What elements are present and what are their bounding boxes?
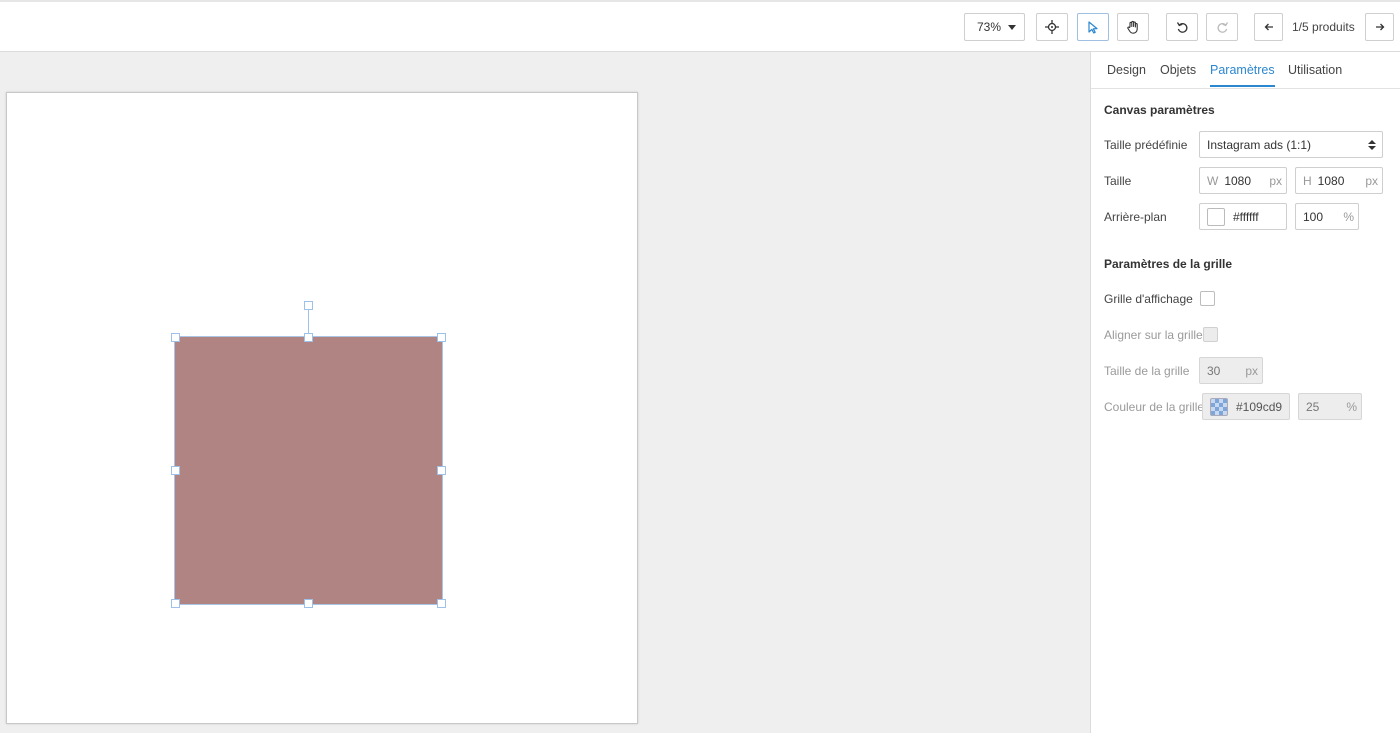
chevron-down-icon xyxy=(1008,24,1016,30)
grid-size-value: 30 xyxy=(1207,363,1221,378)
resize-handle-right[interactable] xyxy=(437,466,446,475)
rotation-handle[interactable] xyxy=(304,301,313,310)
arrow-left-icon xyxy=(1264,23,1273,31)
selected-rectangle-shape[interactable] xyxy=(174,336,443,605)
artboard[interactable] xyxy=(6,92,638,724)
resize-handle-top-right[interactable] xyxy=(437,333,446,342)
crosshair-icon xyxy=(1045,20,1059,34)
size-label: Taille xyxy=(1104,174,1132,188)
snap-to-grid-label: Aligner sur la grille xyxy=(1104,328,1203,342)
pan-tool-button[interactable] xyxy=(1117,13,1149,41)
select-arrows-icon xyxy=(1368,140,1376,150)
previous-page-button[interactable] xyxy=(1254,13,1283,41)
height-input[interactable]: H 1080 px xyxy=(1295,167,1383,194)
undo-icon xyxy=(1176,21,1187,33)
resize-handle-top[interactable] xyxy=(304,333,313,342)
preset-size-label: Taille prédéfinie xyxy=(1104,138,1188,152)
background-opacity-unit: % xyxy=(1343,209,1354,224)
height-prefix: H xyxy=(1303,173,1312,188)
grid-color-input[interactable]: #109cd9 xyxy=(1202,393,1290,420)
width-prefix: W xyxy=(1207,173,1219,188)
resize-handle-left[interactable] xyxy=(171,466,180,475)
resize-handle-top-left[interactable] xyxy=(171,333,180,342)
redo-button[interactable] xyxy=(1206,13,1238,41)
width-value: 1080 xyxy=(1224,173,1252,188)
center-button[interactable] xyxy=(1036,13,1068,41)
grid-size-input[interactable]: 30 px xyxy=(1199,357,1263,384)
top-toolbar: 73% 1/5 produits xyxy=(0,0,1400,52)
resize-handle-bottom-right[interactable] xyxy=(437,599,446,608)
background-color-value: #ffffff xyxy=(1233,209,1259,224)
select-tool-button[interactable] xyxy=(1077,13,1109,41)
grid-color-label: Couleur de la grille xyxy=(1104,400,1205,414)
width-input[interactable]: W 1080 px xyxy=(1199,167,1287,194)
canvas-settings-title: Canvas paramètres xyxy=(1104,103,1215,117)
page-indicator: 1/5 produits xyxy=(1292,20,1355,34)
redo-icon xyxy=(1217,21,1228,33)
undo-button[interactable] xyxy=(1166,13,1198,41)
grid-opacity-input[interactable]: 25 % xyxy=(1298,393,1362,420)
show-grid-label: Grille d'affichage xyxy=(1104,292,1193,306)
preset-size-value: Instagram ads (1:1) xyxy=(1207,137,1312,152)
background-label: Arrière-plan xyxy=(1104,210,1167,224)
tab-parametres[interactable]: Paramètres xyxy=(1210,63,1275,87)
height-value: 1080 xyxy=(1317,173,1345,188)
grid-size-unit: px xyxy=(1245,363,1258,378)
height-unit: px xyxy=(1365,173,1378,188)
tab-objets[interactable]: Objets xyxy=(1160,63,1196,85)
grid-opacity-unit: % xyxy=(1346,399,1357,414)
panel-tabs: Design Objets Paramètres Utilisation xyxy=(1091,52,1400,89)
grid-size-label: Taille de la grille xyxy=(1104,364,1190,378)
zoom-dropdown[interactable]: 73% xyxy=(964,13,1025,41)
properties-panel: Design Objets Paramètres Utilisation Can… xyxy=(1090,52,1400,733)
cursor-arrow-icon xyxy=(1088,20,1098,34)
resize-handle-bottom[interactable] xyxy=(304,599,313,608)
next-page-button[interactable] xyxy=(1365,13,1394,41)
grid-settings-title: Paramètres de la grille xyxy=(1104,257,1233,271)
tab-utilisation[interactable]: Utilisation xyxy=(1288,63,1342,85)
grid-color-swatch[interactable] xyxy=(1210,397,1228,416)
background-color-swatch[interactable] xyxy=(1207,207,1225,226)
background-opacity-input[interactable]: 100 % xyxy=(1295,203,1359,230)
hand-icon xyxy=(1127,20,1138,34)
zoom-value: 73% xyxy=(977,20,1002,34)
canvas-workspace[interactable] xyxy=(0,52,1090,733)
preset-size-select[interactable]: Instagram ads (1:1) xyxy=(1199,131,1383,158)
width-unit: px xyxy=(1269,173,1282,188)
grid-opacity-value: 25 xyxy=(1306,399,1320,414)
snap-to-grid-checkbox[interactable] xyxy=(1203,327,1218,342)
grid-color-value: #109cd9 xyxy=(1236,399,1283,414)
background-opacity-value: 100 xyxy=(1303,209,1324,224)
resize-handle-bottom-left[interactable] xyxy=(171,599,180,608)
background-color-input[interactable]: #ffffff xyxy=(1199,203,1287,230)
show-grid-checkbox[interactable] xyxy=(1200,291,1215,306)
arrow-right-icon xyxy=(1375,23,1384,31)
tab-design[interactable]: Design xyxy=(1107,63,1146,85)
